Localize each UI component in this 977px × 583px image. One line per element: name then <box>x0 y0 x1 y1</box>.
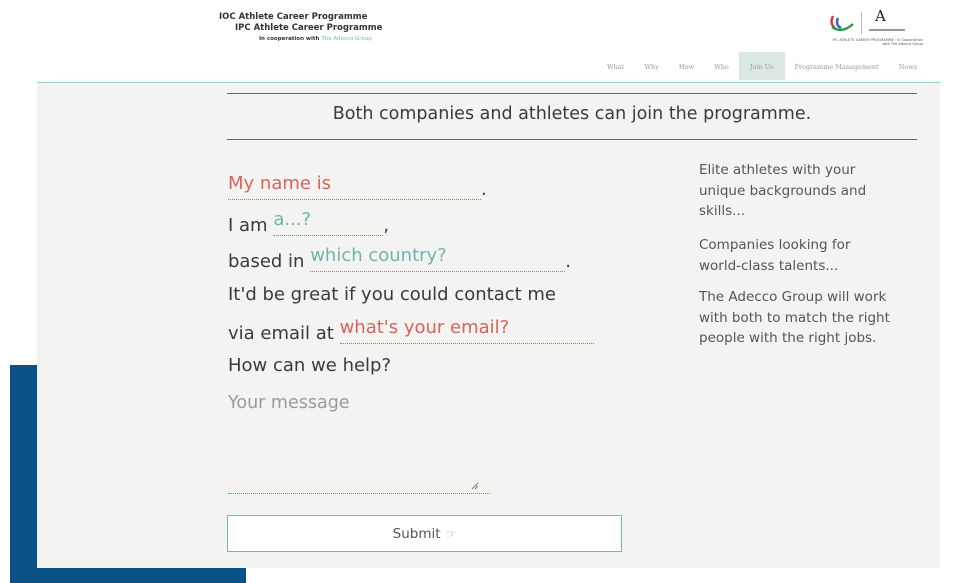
heading-rule-bottom <box>227 139 917 140</box>
side-line: skills... <box>699 203 746 219</box>
message-textarea[interactable]: Your message <box>228 393 490 494</box>
adecco-logo-letter: A <box>875 7 886 25</box>
nav-item-news[interactable]: News <box>889 52 927 80</box>
nav-item-join-us[interactable]: Join Us <box>738 52 785 80</box>
message-placeholder: Your message <box>228 393 350 413</box>
nav-item-what[interactable]: What <box>597 52 634 80</box>
page-title: Both companies and athletes can join the… <box>332 104 812 124</box>
email-input[interactable]: what's your email? <box>339 317 594 344</box>
submit-label: Submit <box>392 525 441 542</box>
logo-line-ipc: IPC Athlete Career Programme <box>235 23 383 33</box>
role-line: I am a...?, <box>228 209 389 236</box>
brand-tagline: IPC ATHLETE CAREER PROGRAMME · In Cooper… <box>832 38 924 46</box>
side-text-adecco: The Adecco Group will work with both to … <box>699 287 890 349</box>
cooperation-prefix: In cooperation with <box>259 36 322 42</box>
join-us-section: Both companies and athletes can join the… <box>37 83 940 568</box>
site-header: IOC Athlete Career Programme IPC Athlete… <box>37 0 940 83</box>
country-line: based in which country?. <box>228 245 571 272</box>
name-line-period: . <box>481 179 487 200</box>
country-input[interactable]: which country? <box>310 245 566 272</box>
page-right-margin <box>940 0 977 583</box>
main-nav: What Why How Who Join Us Programme Manag… <box>597 52 927 80</box>
heading-rule-top <box>227 93 917 94</box>
side-line: Elite athletes with your <box>699 162 856 178</box>
country-line-prefix: based in <box>228 251 311 272</box>
side-line: with both to match the right <box>699 309 890 326</box>
resize-handle-icon[interactable] <box>471 482 479 490</box>
logo-line-ioc: IOC Athlete Career Programme <box>219 12 368 22</box>
agitos-icon <box>830 15 854 32</box>
side-line: Companies looking for <box>699 237 851 253</box>
email-line: via email at what's your email? <box>228 317 594 344</box>
programme-logo[interactable]: IOC Athlete Career Programme IPC Athlete… <box>219 12 382 44</box>
role-line-comma: , <box>383 215 390 236</box>
side-line: The Adecco Group will work <box>699 289 887 305</box>
side-line: people with the right jobs. <box>699 330 877 346</box>
logo-line-cooperation: In cooperation with The Adecco Group <box>219 34 382 44</box>
logo-divider <box>861 12 862 34</box>
email-line-prefix: via email at <box>228 323 340 344</box>
nav-item-how[interactable]: How <box>669 52 704 80</box>
contact-line: It'd be great if you could contact me <box>228 284 557 305</box>
help-line: How can we help? <box>228 355 392 376</box>
pointing-hand-icon: ☞ <box>445 526 457 541</box>
side-line: unique backgrounds and <box>699 182 867 199</box>
side-text-companies: Companies looking for world-class talent… <box>699 235 850 276</box>
name-input[interactable]: My name is <box>228 173 481 200</box>
adecco-logo-underline <box>869 29 905 31</box>
partner-logos: A IPC ATHLETE CAREER PROGRAMME · In Coop… <box>827 7 923 50</box>
adecco-partner-name: The Adecco Group <box>321 36 372 42</box>
side-text-athletes: Elite athletes with your unique backgrou… <box>699 160 866 222</box>
role-select[interactable]: a...? <box>273 209 384 236</box>
nav-item-why[interactable]: Why <box>634 52 669 80</box>
role-line-prefix: I am <box>228 215 274 236</box>
name-line: My name is. <box>228 173 487 200</box>
side-line: world-class talents... <box>699 257 839 274</box>
nav-item-programme-management[interactable]: Programme Management <box>785 52 889 80</box>
nav-item-who[interactable]: Who <box>704 52 739 80</box>
submit-button[interactable]: Submit ☞ <box>227 515 622 552</box>
country-line-period: . <box>565 251 571 272</box>
